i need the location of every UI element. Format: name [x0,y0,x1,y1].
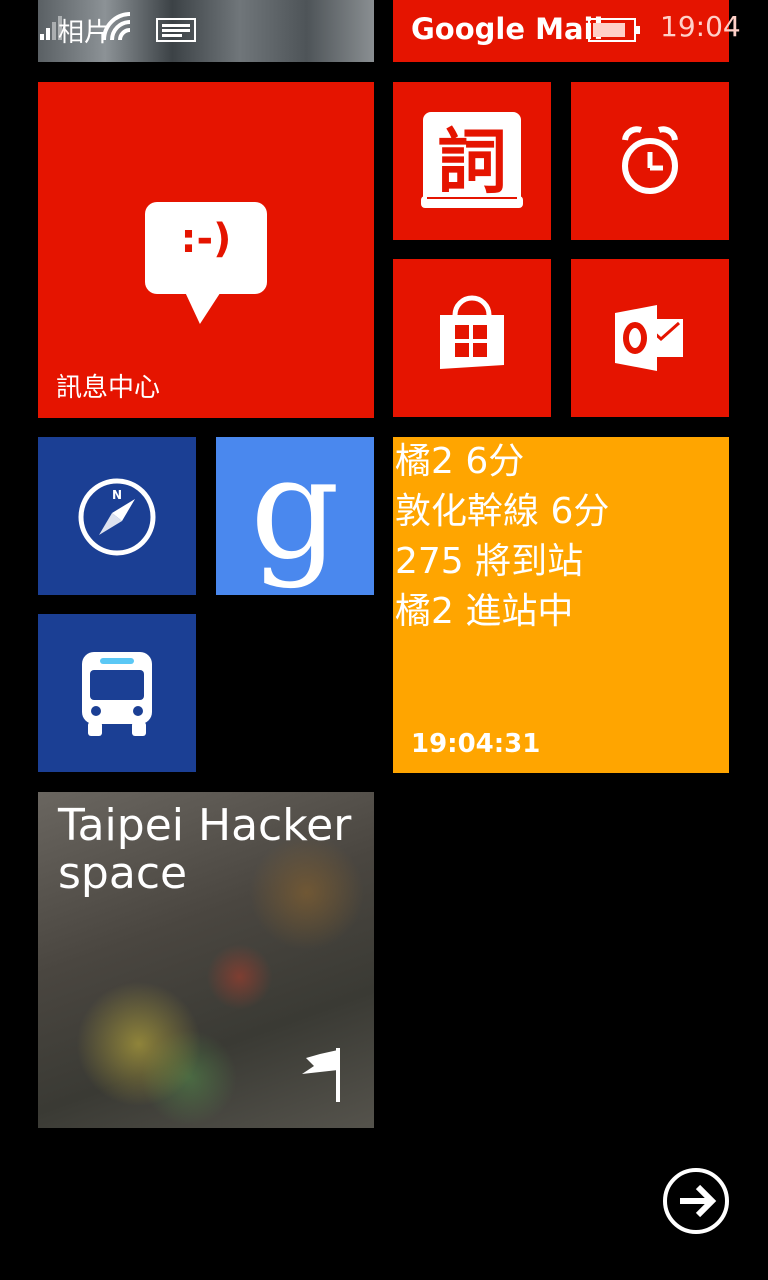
dictionary-tile[interactable]: 詞 [393,82,551,240]
arrival-line-1: 橘2 6分 [395,441,525,482]
bus-arrival-live-tile[interactable]: 橘2 6分 敦化幹線 6分 275 將到站 橘2 進站中 19:04:31 [393,437,729,773]
photos-tile-label: 相片 [58,18,111,48]
arrival-line-4: 橘2 進站中 [395,591,574,632]
messaging-tile[interactable]: :-) 訊息中心 [38,82,374,418]
arrow-right-icon [680,1184,717,1218]
photos-tile[interactable]: 相片 [38,0,374,62]
arrival-line-3: 275 將到站 [395,541,584,582]
dictionary-glyph: 詞 [437,120,507,203]
gmail-tile[interactable]: Google Mail [393,0,729,62]
chat-bubble-tail [184,290,238,324]
arrival-line-2: 敦化幹線 6分 [395,491,610,532]
alarm-clock-icon [622,126,678,194]
arrival-updated-time: 19:04:31 [411,729,541,759]
compass-icon: N [78,478,156,556]
gmail-tile-label: Google Mail [411,12,604,46]
store-tile[interactable] [393,259,551,417]
emoticon-text: :-) [180,216,232,262]
chat-bubble-icon: :-) [145,202,267,294]
outlook-tile[interactable] [571,259,729,417]
dictionary-book-icon: 詞 [421,112,523,208]
hackerspace-tile[interactable]: Taipei Hackerspace [38,792,374,1128]
alarms-tile[interactable] [571,82,729,240]
google-g-icon: g [250,437,340,591]
bus-icon [82,652,152,736]
store-bag-icon [440,295,504,369]
google-search-tile[interactable]: g [216,437,374,595]
maps-tile[interactable]: N [38,437,196,595]
app-list-arrow-button[interactable] [662,1167,730,1235]
outlook-icon [615,305,683,371]
flag-icon [302,1048,340,1102]
svg-text:N: N [112,488,122,502]
bus-app-tile[interactable] [38,614,196,772]
messaging-tile-label: 訊息中心 [56,373,161,403]
hackerspace-tile-label: Taipei Hackerspace [58,800,352,899]
